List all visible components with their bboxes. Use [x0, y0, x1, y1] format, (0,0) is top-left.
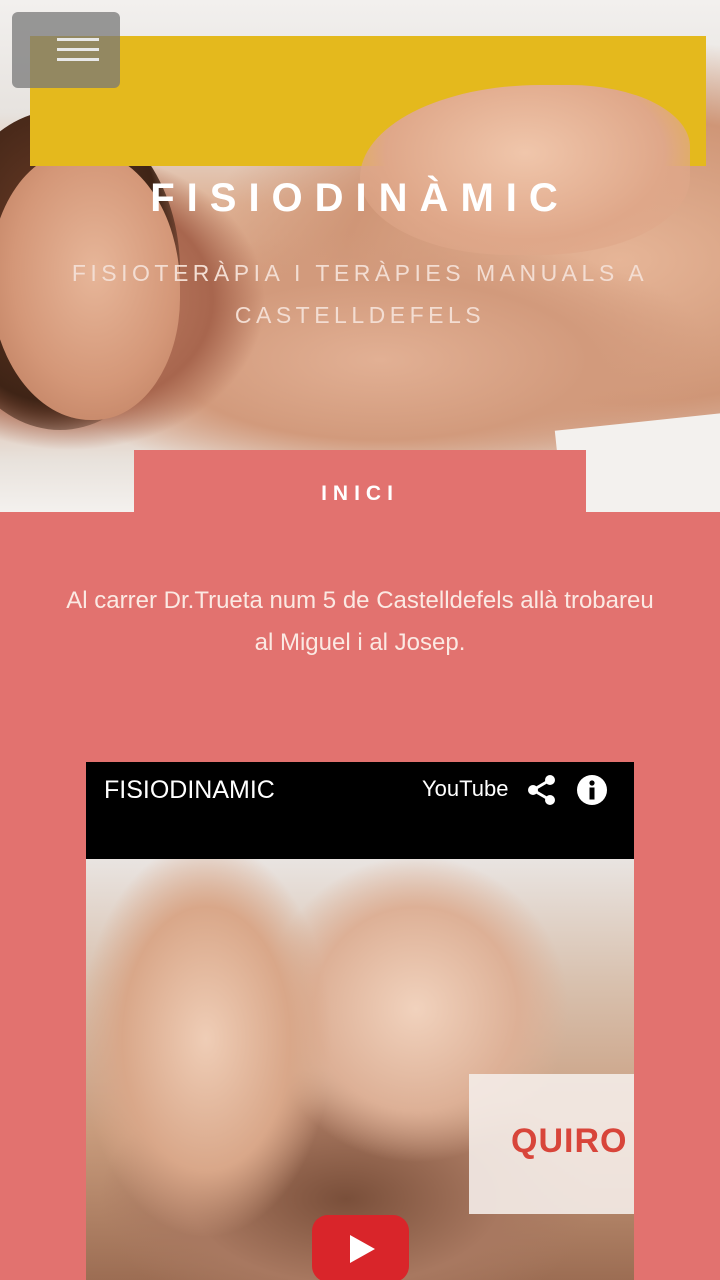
- play-button[interactable]: [312, 1215, 409, 1280]
- play-icon: [350, 1235, 375, 1263]
- info-icon[interactable]: [576, 774, 608, 806]
- tab-label: INICI: [321, 482, 399, 505]
- video-header: FISIODINAMIC YouTube: [86, 762, 634, 859]
- video-thumbnail[interactable]: QUIRO: [86, 859, 634, 1280]
- thumbnail-caption: QUIRO: [511, 1122, 628, 1160]
- intro-text: Al carrer Dr.Trueta num 5 de Castelldefe…: [66, 587, 654, 656]
- youtube-embed[interactable]: QUIRO FISIODINAMIC YouTube: [86, 762, 634, 1280]
- site-title[interactable]: FISIODINÀMIC: [0, 176, 720, 221]
- share-icon[interactable]: [526, 774, 558, 806]
- tab-inici[interactable]: INICI: [134, 450, 586, 530]
- site-subtitle: FISIOTERÀPIA I TERÀPIES MANUALS A CASTEL…: [71, 260, 649, 328]
- video-title[interactable]: FISIODINAMIC: [104, 776, 275, 805]
- hero-banner: FISIODINÀMIC FISIOTERÀPIA I TERÀPIES MAN…: [0, 0, 720, 512]
- thumbnail-caption-card: QUIRO: [469, 1074, 634, 1214]
- menu-button[interactable]: [12, 12, 120, 88]
- youtube-link[interactable]: YouTube: [422, 776, 508, 802]
